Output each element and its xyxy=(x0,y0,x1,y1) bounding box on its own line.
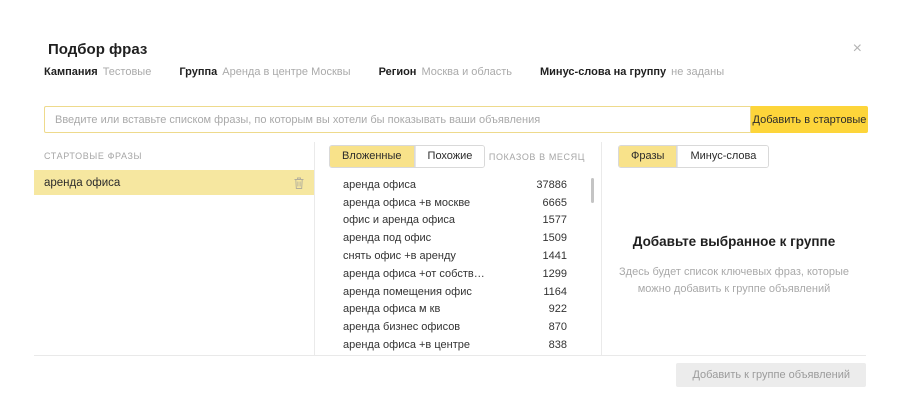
suggestions-tab-group: Вложенные Похожие xyxy=(329,145,486,168)
suggestions-list: аренда офиса 37886 аренда офиса +в москв… xyxy=(315,176,601,354)
empty-state-text: Здесь будет список ключевых фраз, которы… xyxy=(619,266,849,295)
breadcrumb-value: не заданы xyxy=(671,66,725,78)
breadcrumb-item[interactable]: Кампания Тестовые xyxy=(44,66,151,78)
suggestion-row[interactable]: офис и аренда офиса 1577 xyxy=(315,212,601,230)
starting-phrases-header: Стартовые фразы xyxy=(44,151,143,161)
page-title: Подбор фраз xyxy=(48,41,148,58)
starting-phrases-panel: Стартовые фразы аренда офиса xyxy=(34,142,314,355)
selection-empty-state: Добавьте выбранное к группе Здесь будет … xyxy=(602,234,866,297)
breadcrumb-label: Минус-слова на группу xyxy=(540,66,667,78)
suggestion-shows: 1299 xyxy=(542,267,567,280)
suggestions-rows: аренда офиса 37886 аренда офиса +в москв… xyxy=(315,176,601,354)
breadcrumb-label: Регион xyxy=(378,66,417,78)
suggestion-shows: 37886 xyxy=(536,178,567,191)
shows-per-month-header: Показов в месяц xyxy=(488,151,585,162)
add-to-starting-button[interactable]: Добавить в стартовые xyxy=(751,106,868,133)
suggestions-tabs-row: Вложенные Похожие Показов в месяц xyxy=(315,142,601,168)
footer-divider xyxy=(34,355,866,356)
breadcrumb-item[interactable]: Минус-слова на группу не заданы xyxy=(540,66,724,78)
tab-similar[interactable]: Похожие xyxy=(414,146,485,167)
suggestion-shows: 1164 xyxy=(543,285,567,298)
suggestion-shows: 922 xyxy=(548,303,567,316)
suggestion-row[interactable]: аренда офиса 37886 xyxy=(315,176,601,194)
suggestion-phrase: аренда офиса +в центре xyxy=(343,339,470,352)
selection-panel: Фразы Минус-слова Добавьте выбранное к г… xyxy=(602,142,866,355)
breadcrumb-value: Аренда в центре Москвы xyxy=(222,66,351,78)
selection-tab-group: Фразы Минус-слова xyxy=(618,145,770,168)
empty-state-title: Добавьте выбранное к группе xyxy=(632,234,836,249)
modal-footer: Добавить к группе объявлений xyxy=(0,355,900,411)
breadcrumb-item[interactable]: Группа Аренда в центре Москвы xyxy=(179,66,350,78)
breadcrumb: Кампания Тестовые Группа Аренда в центре Мо… xyxy=(44,66,724,78)
tab-nested[interactable]: Вложенные xyxy=(330,146,415,167)
trash-icon[interactable] xyxy=(294,177,304,189)
add-to-ad-group-button[interactable]: Добавить к группе объявлений xyxy=(676,363,866,387)
suggestion-shows: 1577 xyxy=(542,214,567,227)
suggestion-row[interactable]: аренда офиса +в москве 6665 xyxy=(315,194,601,212)
starting-phrase-text: аренда офиса xyxy=(44,176,121,189)
suggestions-panel: Вложенные Похожие Показов в месяц аренда… xyxy=(314,142,602,355)
suggestion-shows: 838 xyxy=(548,339,567,352)
breadcrumb-value: Тестовые xyxy=(102,66,152,78)
suggestion-phrase: снять офис +в аренду xyxy=(343,250,456,263)
breadcrumb-value: Москва и область xyxy=(421,66,512,78)
tab-minus-words[interactable]: Минус-слова xyxy=(677,146,769,167)
suggestion-phrase: аренда офиса м кв xyxy=(343,303,441,316)
selection-tabs-row: Фразы Минус-слова xyxy=(602,142,866,168)
suggestion-row[interactable]: аренда помещения офис 1164 xyxy=(315,283,601,301)
suggestion-row[interactable]: аренда офиса м кв 922 xyxy=(315,301,601,319)
suggestion-shows: 1509 xyxy=(542,232,567,245)
suggestion-phrase: аренда офиса +в москве xyxy=(343,196,471,209)
suggestion-phrase: аренда офиса +от собств… xyxy=(343,267,485,280)
main-content: Стартовые фразы аренда офиса Вложенные П… xyxy=(34,142,866,355)
suggestion-phrase: аренда офиса xyxy=(343,178,416,191)
suggestion-row[interactable]: аренда офиса +в центре 838 xyxy=(315,336,601,354)
phrase-entry-row: Добавить в стартовые xyxy=(44,106,868,133)
keyword-picker-modal: Подбор фраз × Кампания Тестовые Группа Арен… xyxy=(0,0,900,411)
phrase-input[interactable] xyxy=(44,106,751,133)
close-icon[interactable]: × xyxy=(853,41,862,57)
starting-phrase-item[interactable]: аренда офиса xyxy=(34,170,314,195)
tab-phrases[interactable]: Фразы xyxy=(619,146,678,167)
suggestion-row[interactable]: аренда под офис 1509 xyxy=(315,229,601,247)
suggestion-row[interactable]: снять офис +в аренду 1441 xyxy=(315,247,601,265)
suggestion-phrase: аренда под офис xyxy=(343,232,432,245)
suggestion-shows: 6665 xyxy=(542,196,567,209)
breadcrumb-item[interactable]: Регион Москва и область xyxy=(379,66,512,78)
suggestion-shows: 1441 xyxy=(542,250,567,263)
suggestion-phrase: офис и аренда офиса xyxy=(343,214,456,227)
breadcrumb-label: Группа xyxy=(179,66,218,78)
suggestion-shows: 870 xyxy=(548,321,567,334)
scrollbar-thumb[interactable] xyxy=(591,178,594,203)
suggestion-row[interactable]: аренда бизнес офисов 870 xyxy=(315,318,601,336)
suggestion-row[interactable]: аренда офиса +от собств… 1299 xyxy=(315,265,601,283)
suggestion-phrase: аренда помещения офис xyxy=(343,285,472,298)
suggestion-phrase: аренда бизнес офисов xyxy=(343,321,461,334)
breadcrumb-label: Кампания xyxy=(44,66,98,78)
